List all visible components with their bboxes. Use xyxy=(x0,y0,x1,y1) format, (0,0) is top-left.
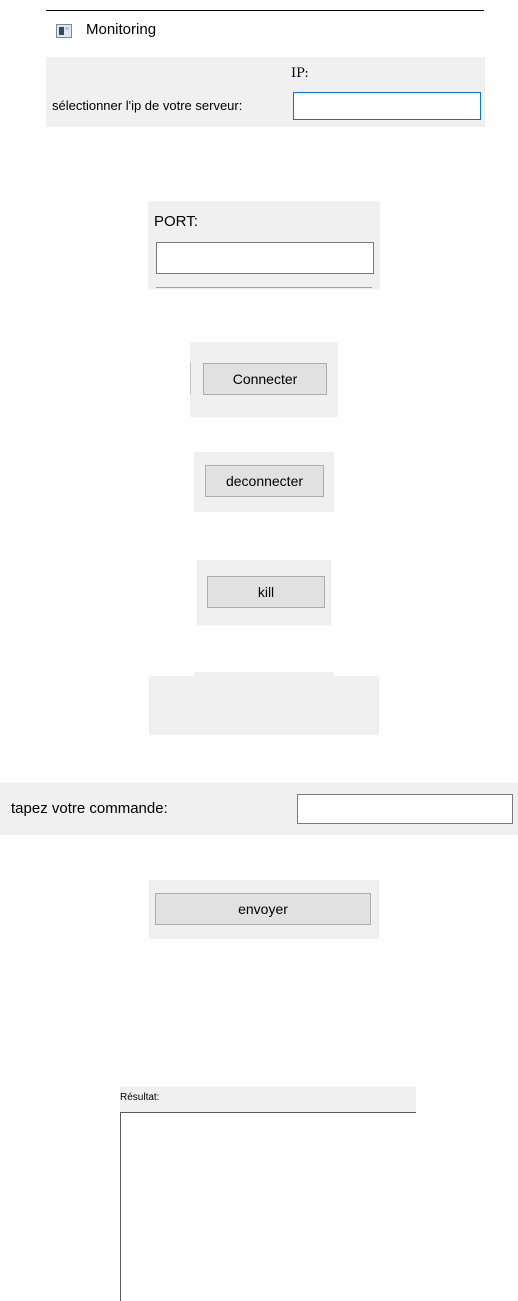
ip-panel: IP: sélectionner l'ip de votre serveur: xyxy=(46,57,485,127)
connect-button[interactable]: Connecter xyxy=(203,363,327,395)
app-window-icon xyxy=(56,24,72,38)
disconnect-button[interactable]: deconnecter xyxy=(205,465,324,497)
ip-input[interactable] xyxy=(293,92,481,120)
port-input[interactable] xyxy=(156,242,374,274)
window-top-border xyxy=(46,10,484,11)
command-input[interactable] xyxy=(297,794,513,824)
port-panel: PORT: xyxy=(148,201,380,289)
kill-button[interactable]: kill xyxy=(207,576,325,608)
connect-panel: Connecter xyxy=(190,342,338,417)
send-button[interactable]: envoyer xyxy=(155,893,371,925)
port-label: PORT: xyxy=(154,213,198,230)
ip-label: sélectionner l'ip de votre serveur: xyxy=(52,98,243,113)
result-textarea[interactable] xyxy=(120,1112,416,1301)
window-title: Monitoring xyxy=(86,21,157,38)
disconnect-panel: deconnecter xyxy=(194,452,334,512)
kill-panel: kill xyxy=(197,560,331,625)
ip-heading: IP: xyxy=(291,66,309,81)
result-panel: Résultat: xyxy=(120,1087,416,1301)
envoyer-between-command-and-result: envoyer xyxy=(149,880,379,939)
result-label: Résultat: xyxy=(120,1092,160,1103)
connect-panel-edge xyxy=(190,362,191,394)
command-panel: tapez votre commande: xyxy=(0,783,518,835)
port-divider xyxy=(156,287,372,288)
command-label: tapez votre commande: xyxy=(11,800,168,817)
send-button-container xyxy=(149,676,379,735)
